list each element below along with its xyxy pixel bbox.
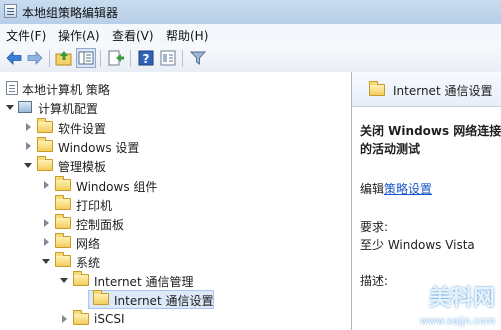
forward-arrow-icon[interactable] [25,48,45,68]
app-icon [4,4,17,18]
tree-label-iscsi: iSCSI [94,312,125,326]
folder-icon [37,156,53,171]
menu-view[interactable]: 查看(V) [112,27,154,44]
tree-item-windows-settings[interactable]: Windows 设置 [0,137,340,156]
detail-header: Internet 通信设置 [352,72,501,107]
tree-item-control-panel[interactable]: 控制面板 [0,214,340,233]
detail-pane: Internet 通信设置 关闭 Windows 网络连接 的活动测试 编辑策略… [352,72,501,330]
setting-title-line2: 的活动测试 [360,142,421,156]
edit-prefix: 编辑 [360,182,385,196]
requirements-label: 要求: [360,220,389,234]
policy-document-icon [6,81,18,95]
expand-arrow-icon[interactable] [6,105,14,110]
description-label: 描述: [360,274,389,288]
tree-label-root: 本地计算机 策略 [22,83,110,97]
tree-item-root[interactable]: 本地计算机 策略 [0,79,340,98]
tree-item-computer-config[interactable]: 计算机配置 [0,98,340,117]
toolbar-separator [100,50,101,67]
tree-item-iscsi[interactable]: iSCSI [0,310,340,329]
folder-icon [369,81,385,96]
folder-icon [55,176,71,191]
edit-policy-line: 编辑策略设置 [360,180,432,197]
filter-icon[interactable] [188,48,208,68]
tree-item-network[interactable]: 网络 [0,233,340,252]
toolbar-separator [49,50,50,67]
menu-file[interactable]: 文件(F) [6,27,46,44]
folder-icon [55,233,71,248]
tree-item-printers[interactable]: 打印机 [0,195,340,214]
folder-icon [93,290,109,305]
tree-label-software-settings: 软件设置 [58,122,107,136]
tree-label-internet-comm-settings: Internet 通信设置 [114,294,214,308]
expand-arrow-icon[interactable] [60,278,68,283]
help-icon[interactable]: ? [136,48,156,68]
collapse-arrow-icon[interactable] [26,123,31,131]
tree-label-windows-settings: Windows 设置 [58,141,140,155]
watermark-logo: 美科网 [428,286,495,311]
folder-icon [55,214,71,229]
collapse-arrow-icon[interactable] [62,315,67,323]
tree-label-admin-templates: 管理模板 [58,160,107,174]
edit-policy-link[interactable]: 策略设置 [384,182,432,196]
show-hide-tree-icon[interactable] [76,48,96,68]
detail-header-title: Internet 通信设置 [393,84,493,98]
tree-label-network: 网络 [76,237,101,251]
tree-label-control-panel: 控制面板 [76,218,125,232]
tree-item-internet-comm-mgmt[interactable]: Internet 通信管理 [0,271,340,290]
menu-bar: 文件(F) 操作(A) 查看(V) 帮助(H) [0,24,501,46]
tree-item-admin-templates[interactable]: 管理模板 [0,156,340,175]
tree-label-system: 系统 [76,256,101,270]
window-title: 本地组策略编辑器 [22,6,119,20]
tree-item-internet-comm-settings[interactable]: Internet 通信设置 [0,290,340,309]
watermark-url: www.xajjn.com [419,316,495,327]
folder-icon [37,118,53,133]
folder-icon [55,252,71,267]
title-bar: 本地组策略编辑器 [0,0,501,25]
toolbar-separator [182,50,183,67]
tree-label-printers: 打印机 [76,199,113,213]
collapse-arrow-icon[interactable] [44,219,49,227]
folder-icon [73,310,89,325]
tree-label-windows-components: Windows 组件 [76,180,158,194]
menu-help[interactable]: 帮助(H) [166,27,208,44]
setting-title-line1: 关闭 Windows 网络连接 [360,124,501,138]
requirements-value: 至少 Windows Vista [360,238,475,252]
collapse-arrow-icon[interactable] [44,181,49,189]
collapse-arrow-icon[interactable] [44,238,49,246]
computer-icon [18,101,32,113]
svg-text:?: ? [143,52,150,66]
up-folder-icon[interactable] [54,48,74,68]
toolbar-separator [130,50,131,67]
tree-item-software-settings[interactable]: 软件设置 [0,118,340,137]
expand-arrow-icon[interactable] [24,163,32,168]
tree-label-computer-config: 计算机配置 [38,102,99,116]
collapse-arrow-icon[interactable] [26,142,31,150]
folder-icon [73,271,89,286]
back-arrow-icon[interactable] [4,48,24,68]
tree-label-internet-comm-mgmt: Internet 通信管理 [94,275,194,289]
folder-icon [37,137,53,152]
menu-action[interactable]: 操作(A) [58,27,100,44]
expand-arrow-icon[interactable] [42,259,50,264]
properties-icon[interactable] [158,48,178,68]
folder-icon [55,195,71,210]
toolbar: ? [0,45,501,73]
export-list-icon[interactable] [106,48,126,68]
tree-item-windows-components[interactable]: Windows 组件 [0,176,340,195]
tree-item-system[interactable]: 系统 [0,252,340,271]
